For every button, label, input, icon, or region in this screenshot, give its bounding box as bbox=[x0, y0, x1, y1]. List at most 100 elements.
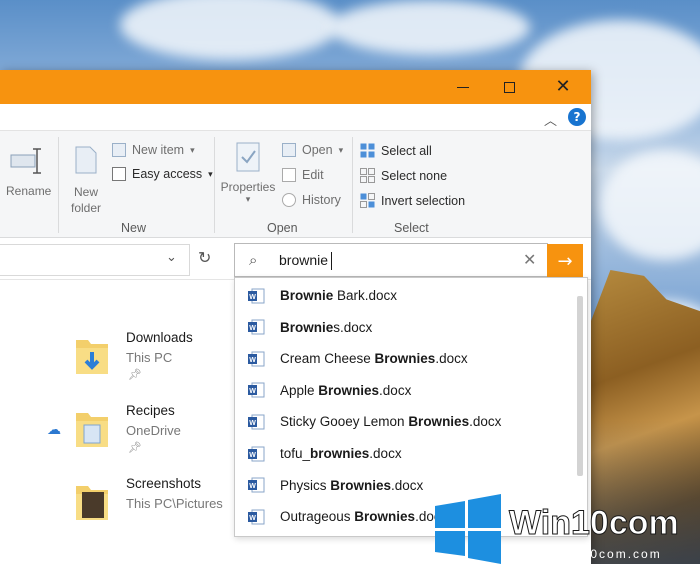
svg-text:W: W bbox=[249, 420, 256, 427]
edit-icon bbox=[282, 168, 296, 182]
search-icon: ⌕ bbox=[249, 251, 258, 269]
edit-button[interactable]: Edit bbox=[282, 168, 324, 182]
word-document-icon: W bbox=[248, 288, 265, 303]
edit-label: Edit bbox=[302, 168, 324, 182]
ribbon-collapse-icon[interactable]: ︿ bbox=[544, 110, 557, 129]
downloads-folder-icon bbox=[76, 340, 108, 374]
suggestion-label: Physics Brownies.docx bbox=[280, 477, 424, 493]
suggestion-item[interactable]: W Brownies.docx bbox=[235, 312, 575, 343]
suggestion-label: tofu_brownies.docx bbox=[280, 446, 402, 461]
select-none-button[interactable]: Select none bbox=[360, 168, 447, 183]
suggestion-item[interactable]: W Apple Brownies.docx bbox=[235, 375, 575, 406]
open-label: Open bbox=[302, 143, 333, 157]
pin-icon: 📌︎ bbox=[128, 441, 142, 454]
new-item-icon bbox=[112, 143, 126, 157]
maximize-button[interactable] bbox=[486, 70, 532, 104]
watermark-logo: Win10com www.win10com.com bbox=[435, 494, 679, 564]
svg-text:W: W bbox=[249, 452, 256, 459]
folder-location: OneDrive bbox=[126, 423, 181, 438]
chevron-down-icon[interactable]: ⌄ bbox=[166, 250, 177, 265]
minimize-icon bbox=[457, 86, 469, 88]
suggestion-item[interactable]: W Sticky Gooey Lemon Brownies.docx bbox=[235, 406, 575, 437]
properties-label: Properties bbox=[220, 180, 276, 194]
folder-item-recipes[interactable]: Recipes OneDrive 📌︎ bbox=[74, 403, 234, 463]
svg-text:W: W bbox=[249, 483, 256, 490]
suggestion-label: Brownies.docx bbox=[280, 319, 373, 335]
maximize-icon bbox=[503, 81, 515, 93]
search-box[interactable]: ⌕ brownie ✕ bbox=[234, 243, 548, 277]
svg-text:www.win10com.com: www.win10com.com bbox=[520, 547, 662, 561]
rename-label: Rename bbox=[6, 184, 52, 198]
refresh-icon[interactable]: ↻ bbox=[198, 248, 211, 267]
history-label: History bbox=[302, 193, 341, 207]
address-row: ⌄ ↻ ⌕ brownie ✕ bbox=[0, 238, 591, 280]
suggestion-label: Brownie Bark.docx bbox=[280, 288, 398, 303]
onedrive-cloud-icon: ☁ bbox=[47, 422, 61, 438]
arrow-right-icon: → bbox=[557, 250, 573, 272]
close-icon: ✕ bbox=[555, 76, 571, 97]
select-all-button[interactable]: Select all bbox=[360, 143, 432, 158]
history-icon bbox=[282, 193, 296, 207]
close-button[interactable]: ✕ bbox=[540, 70, 586, 104]
suggestion-label: Apple Brownies.docx bbox=[280, 382, 412, 398]
new-folder-button[interactable]: New folder bbox=[66, 145, 106, 216]
svg-text:W: W bbox=[249, 515, 256, 522]
folder-name: Recipes bbox=[126, 403, 175, 418]
history-button[interactable]: History bbox=[282, 193, 341, 207]
text-caret bbox=[331, 252, 332, 270]
word-document-icon: W bbox=[248, 414, 265, 430]
folder-name: Downloads bbox=[126, 330, 193, 345]
rename-button[interactable]: Rename bbox=[6, 145, 52, 198]
group-label-select: Select bbox=[394, 221, 429, 235]
easy-access-label: Easy access bbox=[132, 167, 203, 181]
rename-icon bbox=[10, 148, 41, 174]
properties-icon bbox=[236, 142, 260, 172]
folder-item-screenshots[interactable]: Screenshots This PC\Pictures bbox=[74, 476, 234, 536]
new-folder-icon bbox=[75, 146, 97, 174]
title-bar[interactable]: ✕ bbox=[0, 70, 591, 104]
easy-access-icon bbox=[112, 167, 126, 181]
pin-icon: 📌︎ bbox=[128, 368, 142, 381]
open-button[interactable]: Open ▾ bbox=[282, 143, 343, 157]
easy-access-button[interactable]: Easy access ▾ bbox=[112, 167, 213, 181]
select-none-icon bbox=[360, 168, 375, 183]
word-document-icon: W bbox=[248, 382, 265, 398]
folder-item-downloads[interactable]: Downloads This PC 📌︎ bbox=[74, 330, 234, 390]
svg-text:W: W bbox=[249, 325, 256, 332]
recipes-folder-icon bbox=[76, 413, 108, 447]
suggestion-label: Sticky Gooey Lemon Brownies.docx bbox=[280, 414, 502, 430]
word-document-icon: W bbox=[248, 509, 265, 525]
svg-text:W: W bbox=[249, 357, 256, 364]
folder-location: This PC\Pictures bbox=[126, 496, 223, 511]
new-item-button[interactable]: New item ▾ bbox=[112, 143, 195, 157]
open-icon bbox=[282, 143, 296, 157]
suggestion-item[interactable]: Wtofu_brownies.docx bbox=[235, 438, 575, 469]
address-bar[interactable] bbox=[0, 244, 190, 276]
help-icon[interactable]: ? bbox=[568, 108, 586, 126]
folder-name: Screenshots bbox=[126, 476, 202, 491]
group-label-open: Open bbox=[267, 221, 298, 235]
new-folder-label: New folder bbox=[70, 185, 102, 215]
select-none-label: Select none bbox=[381, 168, 448, 183]
group-label-new: New bbox=[121, 221, 147, 235]
properties-button[interactable]: Properties ▾ bbox=[220, 141, 276, 205]
scrollbar[interactable] bbox=[577, 296, 583, 476]
word-document-icon: W bbox=[248, 446, 265, 461]
svg-text:Win10com: Win10com bbox=[509, 504, 679, 542]
suggestion-label: Outrageous Brownies.docx bbox=[280, 509, 448, 525]
folder-location: This PC bbox=[126, 350, 173, 365]
search-go-button[interactable]: → bbox=[547, 244, 583, 278]
svg-text:W: W bbox=[249, 388, 256, 395]
minimize-button[interactable] bbox=[440, 70, 486, 104]
word-document-icon: W bbox=[248, 319, 265, 335]
suggestion-item[interactable]: W Cream Cheese Brownies.docx bbox=[235, 343, 575, 374]
select-all-icon bbox=[360, 143, 375, 158]
search-input[interactable]: brownie bbox=[279, 252, 328, 268]
ribbon: Rename New folder New item ▾ Easy access ▾… bbox=[0, 130, 591, 238]
clear-search-icon[interactable]: ✕ bbox=[523, 250, 536, 269]
invert-selection-button[interactable]: Invert selection bbox=[360, 193, 465, 208]
suggestion-item[interactable]: W Brownie Bark.docx bbox=[235, 280, 575, 311]
ribbon-tab-bar bbox=[0, 104, 591, 130]
suggestion-label: Cream Cheese Brownies.docx bbox=[280, 351, 468, 367]
word-document-icon: W bbox=[248, 351, 265, 367]
